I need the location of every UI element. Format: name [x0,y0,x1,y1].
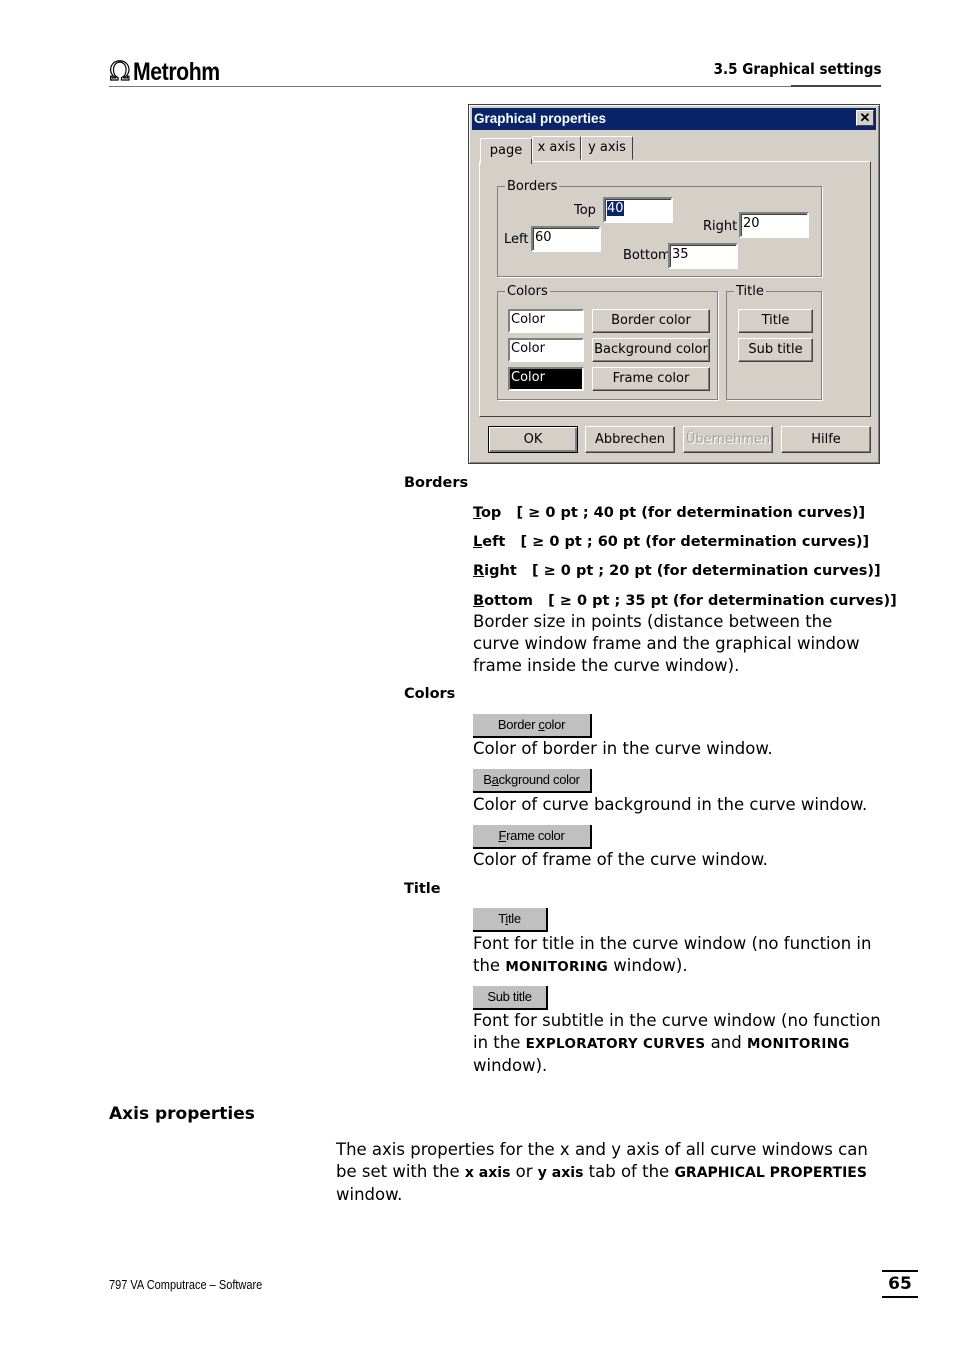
footer-product: 797 VA Computrace – Software [109,1278,263,1292]
borders-group-label: Borders [505,179,560,194]
border-color-description: Color of border in the curve window. [473,739,773,758]
ok-button[interactable]: OK [488,426,578,453]
left-input[interactable]: 60 [531,226,601,252]
colors-heading: Colors [404,686,456,702]
dialog-title: Graphical properties [474,111,607,126]
frame-color-button-illustration: Frame color [473,825,592,849]
close-icon: ✕ [859,110,871,125]
axis-properties-heading: Axis properties [109,1104,255,1124]
border-color-button[interactable]: Border color [592,309,710,333]
dialog-title-bar: Graphical properties ✕ [472,108,876,130]
tab-x-axis[interactable]: x axis [532,136,581,160]
borders-description: Border size in points (distance between … [473,612,860,675]
bottom-label: Bottom [623,248,671,263]
border-color-button-illustration: Border color [473,714,592,738]
background-color-button[interactable]: Background color [592,338,710,362]
help-button[interactable]: Hilfe [781,426,871,453]
frame-color-button[interactable]: Frame color [592,367,710,391]
param-left: Left [ ≥ 0 pt ; 60 pt (for determination… [473,534,870,550]
frame-color-description: Color of frame of the curve window. [473,850,768,869]
close-button[interactable]: ✕ [856,110,874,126]
background-color-button-illustration: Background color [473,769,592,793]
background-color-swatch: Color [508,338,584,362]
right-input[interactable]: 20 [739,212,809,238]
omega-icon: Ω [108,57,131,87]
tab-y-axis[interactable]: y axis [581,136,633,160]
metrohm-logo: Ω Metrohm [108,57,235,87]
header-divider [109,86,881,87]
left-label: Left [504,232,529,247]
top-input[interactable]: 40 [603,197,673,223]
param-top: Top [ ≥ 0 pt ; 40 pt (for determination … [473,505,866,521]
title-heading: Title [404,881,441,897]
background-color-description: Color of curve background in the curve w… [473,795,868,814]
bottom-input[interactable]: 35 [668,243,738,269]
param-right: Right [ ≥ 0 pt ; 20 pt (for determinatio… [473,563,881,579]
frame-color-swatch: Color [508,367,584,391]
apply-button[interactable]: Übernehmen [683,426,773,453]
section-title: 3.5 Graphical settings [713,60,881,78]
title-button-illustration: Title [473,908,548,932]
header-divider-accent [791,85,881,87]
title-font-button[interactable]: Title [738,309,813,333]
axis-properties-paragraph: The axis properties for the x and y axis… [336,1140,868,1204]
title-group-label: Title [734,284,766,299]
cancel-button[interactable]: Abbrechen [585,426,675,453]
param-bottom: Bottom [ ≥ 0 pt ; 35 pt (for determinati… [473,593,897,609]
colors-group-label: Colors [505,284,550,299]
top-label: Top [574,203,596,218]
logo-text: Metrohm [132,57,220,86]
title-description: Font for title in the curve window (no f… [473,934,872,975]
right-label: Right [703,219,738,234]
page-number: 65 [882,1270,918,1298]
tab-page[interactable]: page [480,138,532,164]
border-color-swatch: Color [508,309,584,333]
subtitle-font-button[interactable]: Sub title [738,338,813,362]
subtitle-description: Font for subtitle in the curve window (n… [473,1011,881,1075]
borders-heading: Borders [404,475,469,491]
subtitle-button-illustration: Sub title [473,986,548,1010]
